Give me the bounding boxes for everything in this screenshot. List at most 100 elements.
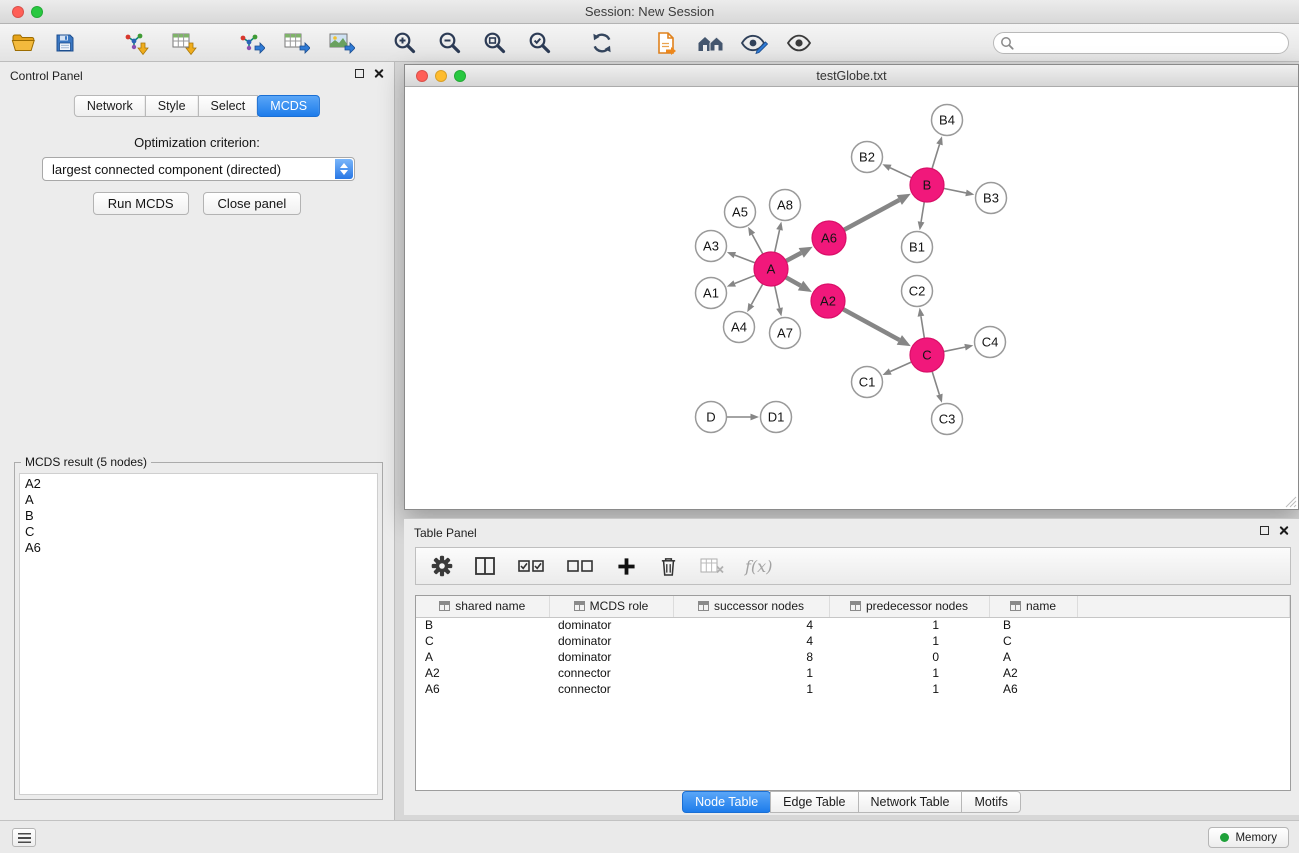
resize-grip-icon[interactable]: [1285, 496, 1297, 508]
graph-edge[interactable]: [921, 316, 924, 338]
plus-icon: [617, 557, 636, 576]
tab-node-table[interactable]: Node Table: [682, 791, 771, 813]
column-header[interactable]: shared name: [416, 596, 549, 617]
window-titlebar: Session: New Session: [0, 0, 1299, 24]
column-header[interactable]: predecessor nodes: [829, 596, 989, 617]
zoom-selected-button[interactable]: [524, 27, 556, 59]
table-row[interactable]: Cdominator41C: [416, 633, 1290, 649]
show-columns-button[interactable]: [473, 550, 497, 582]
close-panel-icon[interactable]: [373, 68, 384, 79]
graph-edge[interactable]: [735, 255, 755, 263]
apply-layout-button[interactable]: [586, 27, 618, 59]
graph-edge[interactable]: [890, 362, 911, 372]
mcds-result-list[interactable]: A2ABCA6: [19, 473, 378, 795]
table-row[interactable]: Adominator80A: [416, 649, 1290, 665]
optimization-criterion-label: Optimization criterion:: [0, 135, 394, 150]
memory-button[interactable]: Memory: [1208, 827, 1289, 848]
graph-edge-arrowhead: [918, 308, 925, 317]
delete-table-button[interactable]: [698, 550, 726, 582]
mcds-result-item[interactable]: A: [25, 492, 372, 508]
minimize-view-button[interactable]: [435, 70, 447, 82]
table-row[interactable]: A6connector11A6: [416, 681, 1290, 697]
graph-edge[interactable]: [944, 347, 965, 351]
control-panel-tabs: Network Style Select MCDS: [74, 95, 320, 117]
table-row[interactable]: A2connector11A2: [416, 665, 1290, 681]
table-panel: Table Panel: [404, 518, 1299, 815]
close-view-button[interactable]: [416, 70, 428, 82]
export-network-button[interactable]: [235, 27, 267, 59]
mcds-result-item[interactable]: A6: [25, 540, 372, 556]
graph-edge[interactable]: [932, 144, 940, 168]
delete-columns-button[interactable]: [657, 550, 679, 582]
tab-style[interactable]: Style: [145, 95, 199, 117]
graph-edge[interactable]: [752, 234, 763, 254]
zoom-window-button[interactable]: [31, 6, 43, 18]
criterion-select[interactable]: largest connected component (directed): [42, 157, 355, 181]
zoom-view-button[interactable]: [454, 70, 466, 82]
combo-stepper-icon[interactable]: [335, 159, 353, 179]
graph-edge[interactable]: [786, 253, 801, 261]
graph-edge-arrowhead: [883, 368, 892, 375]
graph-node-label: C: [922, 348, 931, 363]
column-grid-icon: [1010, 601, 1021, 611]
float-table-panel-icon[interactable]: [1260, 526, 1269, 535]
mcds-result-item[interactable]: C: [25, 524, 372, 540]
home-button[interactable]: [695, 27, 727, 59]
export-image-button[interactable]: [325, 27, 357, 59]
tab-network[interactable]: Network: [74, 95, 146, 117]
control-panel-title: Control Panel: [10, 69, 83, 83]
node-table-head[interactable]: shared nameMCDS rolesuccessor nodesprede…: [416, 596, 1290, 617]
graph-edge[interactable]: [775, 286, 780, 308]
graph-edge[interactable]: [735, 275, 756, 283]
tab-network-table[interactable]: Network Table: [858, 791, 963, 813]
graph-edge[interactable]: [786, 277, 801, 285]
column-header[interactable]: successor nodes: [673, 596, 829, 617]
function-builder-button[interactable]: f(x): [745, 557, 772, 576]
tab-mcds[interactable]: MCDS: [257, 95, 320, 117]
import-table-button[interactable]: [167, 27, 199, 59]
graph-edge[interactable]: [944, 188, 966, 193]
graph-edge[interactable]: [844, 200, 899, 230]
show-hide-button[interactable]: [783, 27, 815, 59]
clone-network-button[interactable]: [650, 27, 682, 59]
close-window-button[interactable]: [12, 6, 24, 18]
select-all-rows-button[interactable]: [516, 550, 546, 582]
export-image-icon: [328, 30, 355, 56]
table-row[interactable]: Bdominator41B: [416, 617, 1290, 633]
graph-edge[interactable]: [843, 309, 899, 340]
tab-select[interactable]: Select: [198, 95, 259, 117]
search-input[interactable]: [993, 32, 1289, 54]
graph-edge[interactable]: [932, 371, 939, 394]
zoom-out-button[interactable]: [434, 27, 466, 59]
float-panel-icon[interactable]: [355, 69, 364, 78]
deselect-all-rows-button[interactable]: [565, 550, 595, 582]
mcds-result-item[interactable]: B: [25, 508, 372, 524]
table-settings-button[interactable]: [430, 550, 454, 582]
graph-edge[interactable]: [751, 284, 762, 305]
status-bar: Memory: [0, 820, 1299, 853]
export-table-button[interactable]: [280, 27, 312, 59]
create-column-button[interactable]: [614, 550, 638, 582]
open-session-button[interactable]: [8, 27, 40, 59]
graph-edge[interactable]: [775, 230, 780, 252]
column-header[interactable]: MCDS role: [549, 596, 673, 617]
annotation-button[interactable]: [738, 27, 770, 59]
zoom-fit-button[interactable]: [479, 27, 511, 59]
mcds-result-item[interactable]: A2: [25, 476, 372, 492]
save-session-button[interactable]: [49, 27, 81, 59]
graph-edge[interactable]: [890, 168, 911, 178]
graph-edge-arrowhead: [964, 344, 973, 351]
window-title: Session: New Session: [0, 0, 1299, 24]
run-mcds-button[interactable]: Run MCDS: [93, 192, 189, 215]
close-panel-button[interactable]: Close panel: [203, 192, 302, 215]
close-table-panel-icon[interactable]: [1278, 525, 1289, 536]
graph-edge[interactable]: [921, 202, 924, 222]
import-network-button[interactable]: [119, 27, 151, 59]
tab-motifs[interactable]: Motifs: [961, 791, 1020, 813]
column-header[interactable]: name: [989, 596, 1077, 617]
task-history-button[interactable]: [12, 828, 36, 847]
tab-edge-table[interactable]: Edge Table: [770, 791, 858, 813]
zoom-in-button[interactable]: [389, 27, 421, 59]
graph-node-label: D: [706, 410, 715, 425]
network-canvas[interactable]: B4B2BB3A5A8A6A3B1AC2A1A2A4A7C4CC1C3DD1: [405, 87, 1298, 509]
